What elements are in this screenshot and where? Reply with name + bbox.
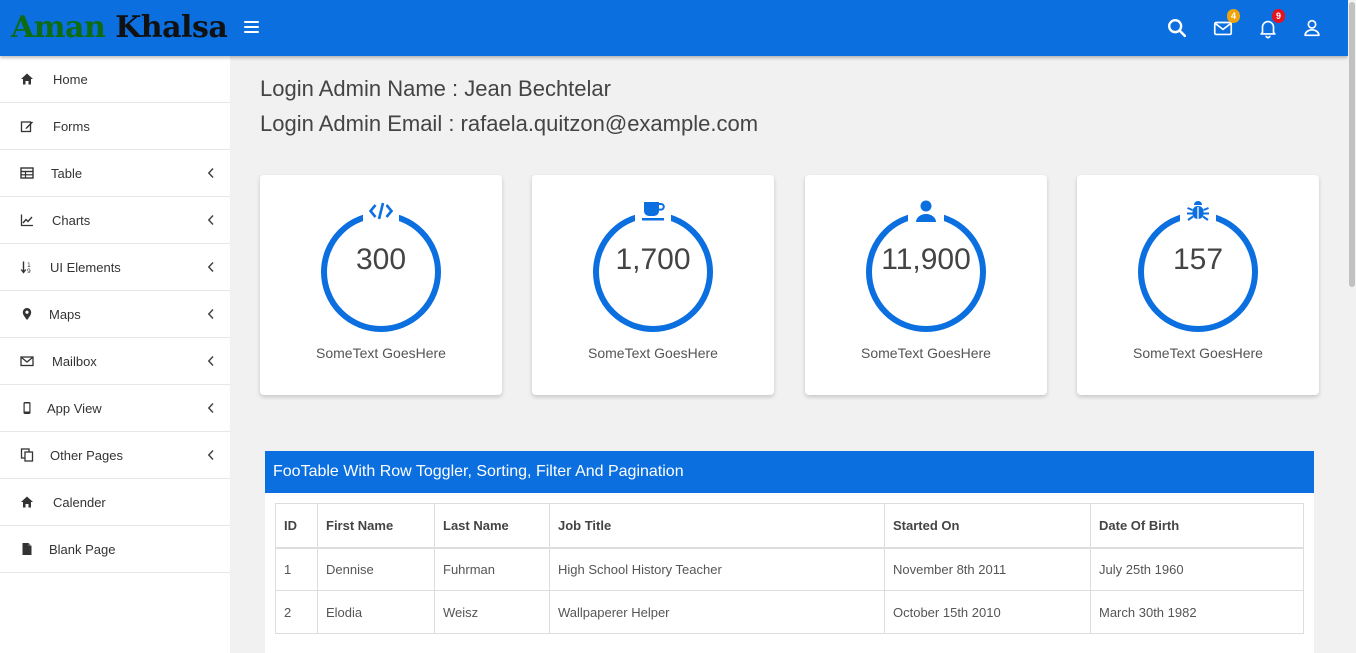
stat-card: 1,700 SomeText GoesHere	[532, 175, 774, 395]
table-row[interactable]: 2 Elodia Weisz Wallpaperer Helper Octobe…	[275, 590, 1304, 634]
column-header-started-on[interactable]: Started On	[884, 503, 1091, 549]
stat-card: 11,900 SomeText GoesHere	[805, 175, 1047, 395]
column-header-date-of-birth[interactable]: Date Of Birth	[1090, 503, 1304, 549]
sidebar-item-forms[interactable]: Forms	[0, 103, 230, 150]
menu-toggle-icon[interactable]	[244, 21, 259, 34]
sidebar-item-label: Table	[51, 166, 83, 181]
cell-first-name: Dennise	[317, 547, 435, 591]
mobile-icon	[20, 401, 34, 415]
sort-icon: 19	[20, 260, 34, 275]
column-header-first-name[interactable]: First Name	[317, 503, 435, 549]
main-content: Login Admin Name : Jean Bechtelar Login …	[230, 56, 1348, 653]
stat-value: 157	[1172, 243, 1224, 276]
copy-icon	[20, 448, 34, 462]
cell-last-name: Weisz	[434, 590, 550, 634]
chevron-left-icon	[207, 355, 214, 367]
top-navbar: Aman Khalsa 4 9	[0, 0, 1348, 56]
chevron-left-icon	[207, 449, 214, 461]
envelope-icon	[20, 354, 34, 368]
footable-panel: FooTable With Row Toggler, Sorting, Filt…	[265, 451, 1314, 653]
cell-started-on: November 8th 2011	[884, 547, 1091, 591]
sidebar-item-label: Mailbox	[52, 354, 97, 369]
chevron-left-icon	[207, 167, 214, 179]
home-icon	[20, 495, 34, 509]
home-icon	[20, 72, 34, 86]
cell-started-on: October 15th 2010	[884, 590, 1091, 634]
map-marker-icon	[20, 307, 34, 321]
stat-value: 1,700	[615, 243, 691, 276]
cell-job-title: Wallpaperer Helper	[549, 590, 885, 634]
sidebar-item-label: Forms	[53, 119, 90, 134]
cell-date-of-birth: March 30th 1982	[1090, 590, 1304, 634]
sidebar-item-label: Blank Page	[49, 542, 116, 557]
svg-text:9: 9	[27, 268, 31, 274]
stat-caption: SomeText GoesHere	[316, 345, 446, 361]
cell-id: 2	[275, 590, 318, 634]
cell-last-name: Fuhrman	[434, 547, 550, 591]
column-header-last-name[interactable]: Last Name	[434, 503, 550, 549]
sidebar-item-label: Charts	[52, 213, 91, 228]
chevron-left-icon	[207, 308, 214, 320]
cell-date-of-birth: July 25th 1960	[1090, 547, 1304, 591]
chevron-left-icon	[207, 214, 214, 226]
bell-icon[interactable]: 9	[1257, 9, 1285, 39]
stat-value: 11,900	[881, 243, 971, 276]
cell-id: 1	[275, 547, 318, 591]
stat-caption: SomeText GoesHere	[1133, 345, 1263, 361]
coffee-icon	[635, 196, 671, 226]
sidebar-item-table[interactable]: Table	[0, 150, 230, 197]
sidebar-item-maps[interactable]: Maps	[0, 291, 230, 338]
stat-caption: SomeText GoesHere	[588, 345, 718, 361]
mail-count-badge: 4	[1227, 9, 1240, 23]
cell-job-title: High School History Teacher	[549, 547, 885, 591]
mail-icon[interactable]: 4	[1212, 9, 1240, 39]
chevron-left-icon	[207, 261, 214, 273]
sidebar-item-blank-page[interactable]: Blank Page	[0, 526, 230, 573]
file-icon	[20, 542, 34, 556]
notification-count-badge: 9	[1272, 9, 1285, 23]
stat-card: 300 SomeText GoesHere	[260, 175, 502, 395]
sidebar-item-home[interactable]: Home	[0, 56, 230, 103]
sidebar-item-other-pages[interactable]: Other Pages	[0, 432, 230, 479]
sidebar-item-label: Home	[53, 72, 88, 87]
data-table: ID First Name Last Name Job Title Starte…	[275, 503, 1304, 634]
sidebar-item-calender[interactable]: Calender	[0, 479, 230, 526]
sidebar-item-label: Maps	[49, 307, 81, 322]
sidebar-item-label: Calender	[53, 495, 106, 510]
sidebar-item-label: App View	[47, 401, 102, 416]
panel-title: FooTable With Row Toggler, Sorting, Filt…	[265, 451, 1314, 493]
column-header-job-title[interactable]: Job Title	[549, 503, 885, 549]
brand-name-part1: Aman	[11, 10, 106, 45]
sidebar-item-ui-elements[interactable]: 19 UI Elements	[0, 244, 230, 291]
table-icon	[20, 166, 34, 180]
sidebar-item-charts[interactable]: Charts	[0, 197, 230, 244]
page-scrollbar[interactable]	[1348, 0, 1356, 653]
login-admin-email: Login Admin Email : rafaela.quitzon@exam…	[260, 111, 759, 136]
brand-name-part2: Khalsa	[115, 10, 228, 45]
sidebar-item-mailbox[interactable]: Mailbox	[0, 338, 230, 385]
brand-logo[interactable]: Aman Khalsa	[11, 10, 228, 46]
sidebar-item-label: UI Elements	[50, 260, 121, 275]
table-header-row: ID First Name Last Name Job Title Starte…	[275, 503, 1304, 549]
stat-value: 300	[355, 243, 407, 276]
search-icon[interactable]	[1166, 17, 1188, 39]
code-icon	[363, 196, 399, 226]
user-icon	[908, 196, 944, 226]
table-row[interactable]: 1 Dennise Fuhrman High School History Te…	[275, 547, 1304, 591]
column-header-id[interactable]: ID	[275, 503, 318, 549]
stat-card: 157 SomeText GoesHere	[1077, 175, 1319, 395]
cell-first-name: Elodia	[317, 590, 435, 634]
sidebar-item-app-view[interactable]: App View	[0, 385, 230, 432]
sidebar: Home Forms Table Charts 19 UI Elements M…	[0, 56, 230, 653]
line-chart-icon	[20, 213, 34, 227]
sidebar-item-label: Other Pages	[50, 448, 123, 463]
chevron-left-icon	[207, 402, 214, 414]
bug-icon	[1180, 196, 1216, 226]
scrollbar-thumb[interactable]	[1349, 2, 1355, 287]
login-admin-name: Login Admin Name : Jean Bechtelar	[260, 76, 611, 101]
stat-caption: SomeText GoesHere	[861, 345, 991, 361]
user-icon[interactable]	[1301, 17, 1323, 39]
edit-icon	[20, 119, 34, 133]
